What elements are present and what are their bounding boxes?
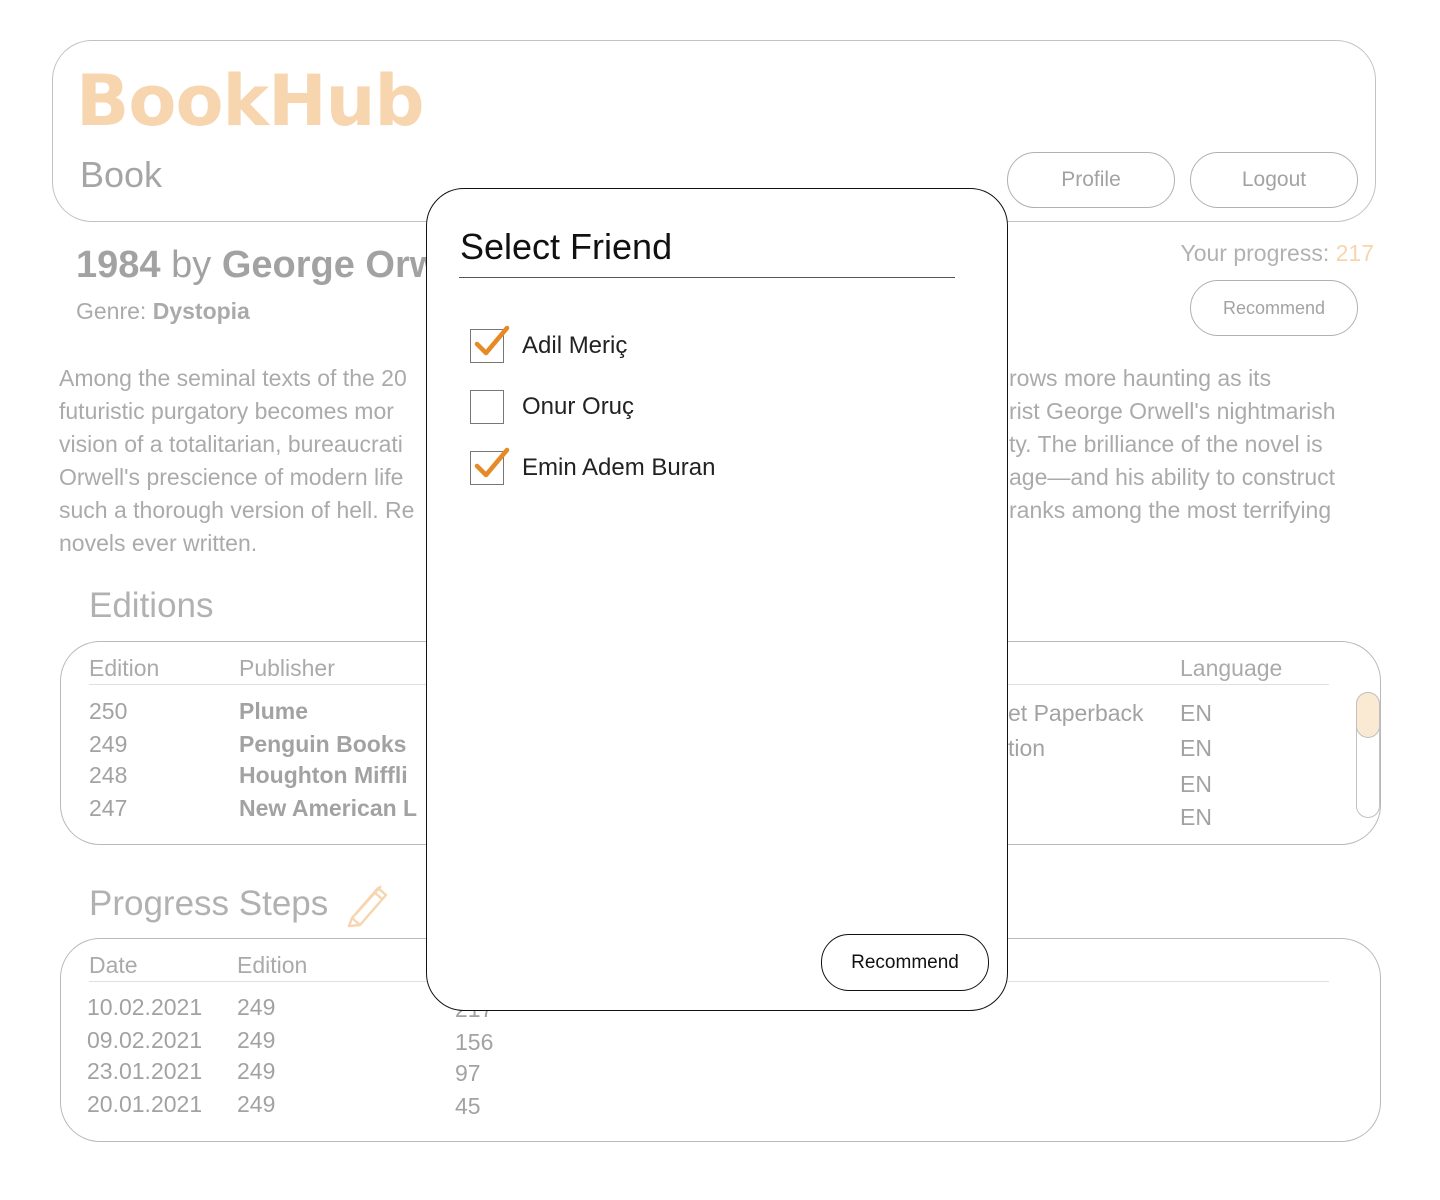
- recommend-book-button[interactable]: Recommend: [1190, 280, 1358, 336]
- book-author[interactable]: George Orw: [222, 244, 440, 286]
- pencil-icon[interactable]: [344, 880, 390, 933]
- description-line: rist George Orwell's nightmarish: [1009, 398, 1336, 424]
- edition-cell: 247: [89, 795, 128, 821]
- book-by: by: [171, 244, 212, 286]
- friend-option-onur[interactable]: Onur Oruç: [470, 387, 634, 427]
- friend-name: Onur Oruç: [522, 393, 635, 420]
- date-cell: 10.02.2021: [87, 994, 203, 1020]
- editions-scrollbar-thumb[interactable]: [1356, 692, 1380, 738]
- description-line: Orwell's prescience of modern life: [59, 464, 404, 490]
- app-logo[interactable]: BookHub: [76, 60, 425, 142]
- description-line: novels ever written.: [59, 530, 258, 556]
- description-line: age—and his ability to construct: [1009, 464, 1336, 490]
- modal-title: Select Friend: [460, 226, 673, 267]
- edition-cell: 250: [89, 698, 128, 724]
- date-cell: 09.02.2021: [87, 1027, 203, 1053]
- description-line: Among the seminal texts of the 20: [59, 365, 407, 391]
- edition-cell: 248: [89, 762, 128, 788]
- friend-checkbox[interactable]: [470, 390, 504, 424]
- profile-button[interactable]: Profile: [1007, 152, 1175, 208]
- description-line: rows more haunting as its: [1009, 365, 1272, 391]
- page-cell: 45: [455, 1093, 481, 1119]
- book-title: 1984 by George Orw: [76, 244, 439, 287]
- modal-recommend-button[interactable]: Recommend: [821, 934, 989, 991]
- progress-header-date: Date: [89, 952, 138, 978]
- language-cell: EN: [1180, 700, 1212, 726]
- language-cell: EN: [1180, 771, 1212, 797]
- friend-option-adil[interactable]: Adil Meriç: [470, 325, 628, 366]
- editions-title: Editions: [89, 586, 214, 625]
- genre-value: Dystopia: [152, 298, 250, 324]
- modal-title-divider: [459, 277, 955, 278]
- logout-button[interactable]: Logout: [1190, 152, 1358, 208]
- publisher-cell[interactable]: Penguin Books: [239, 731, 406, 758]
- friend-checkbox[interactable]: [470, 447, 510, 485]
- description-line: vision of a totalitarian, bureaucrati: [59, 431, 403, 457]
- genre-label: Genre:: [76, 298, 147, 324]
- date-cell: 23.01.2021: [87, 1058, 203, 1084]
- book-name: 1984: [76, 244, 161, 286]
- friend-option-emin[interactable]: Emin Adem Buran: [470, 447, 716, 488]
- edition-cell: 249: [237, 994, 276, 1020]
- publisher-cell[interactable]: New American L: [239, 795, 417, 822]
- format-cell: et Paperback: [1008, 700, 1144, 726]
- page-cell: 156: [455, 1029, 494, 1055]
- progress-label: Your progress:: [1180, 240, 1330, 266]
- editions-header-edition: Edition: [89, 655, 160, 681]
- friend-name: Emin Adem Buran: [522, 454, 716, 481]
- publisher-cell[interactable]: Plume: [239, 698, 308, 725]
- edition-cell: 249: [237, 1027, 276, 1053]
- publisher-cell[interactable]: Houghton Miffli: [239, 762, 408, 789]
- page-cell: 97: [455, 1060, 481, 1086]
- description-line: futuristic purgatory becomes mor: [59, 398, 394, 424]
- format-cell: tion: [1008, 735, 1046, 761]
- edition-cell: 249: [237, 1058, 276, 1084]
- checkmark-icon: [474, 447, 510, 478]
- page-label: Book: [80, 154, 163, 195]
- friend-checkbox[interactable]: [470, 325, 510, 363]
- book-genre: Genre: Dystopia: [76, 298, 250, 325]
- checkmark-icon: [474, 325, 510, 356]
- editions-header-publisher: Publisher: [239, 655, 335, 681]
- your-progress: Your progress: 217: [1180, 240, 1374, 267]
- description-line: such a thorough version of hell. Re: [59, 497, 415, 523]
- progress-steps-title: Progress Steps: [89, 884, 329, 923]
- progress-header-edition: Edition: [237, 952, 308, 978]
- language-cell: EN: [1180, 735, 1212, 761]
- date-cell: 20.01.2021: [87, 1091, 203, 1117]
- progress-value: 217: [1335, 240, 1374, 266]
- edition-cell: 249: [89, 731, 128, 757]
- description-line: ty. The brilliance of the novel is: [1009, 431, 1323, 457]
- friend-name: Adil Meriç: [522, 332, 628, 359]
- edition-cell: 249: [237, 1091, 276, 1117]
- description-line: ranks among the most terrifying: [1009, 497, 1332, 523]
- language-cell: EN: [1180, 804, 1212, 830]
- editions-header-language: Language: [1180, 655, 1283, 681]
- select-friend-modal: [426, 188, 1008, 1011]
